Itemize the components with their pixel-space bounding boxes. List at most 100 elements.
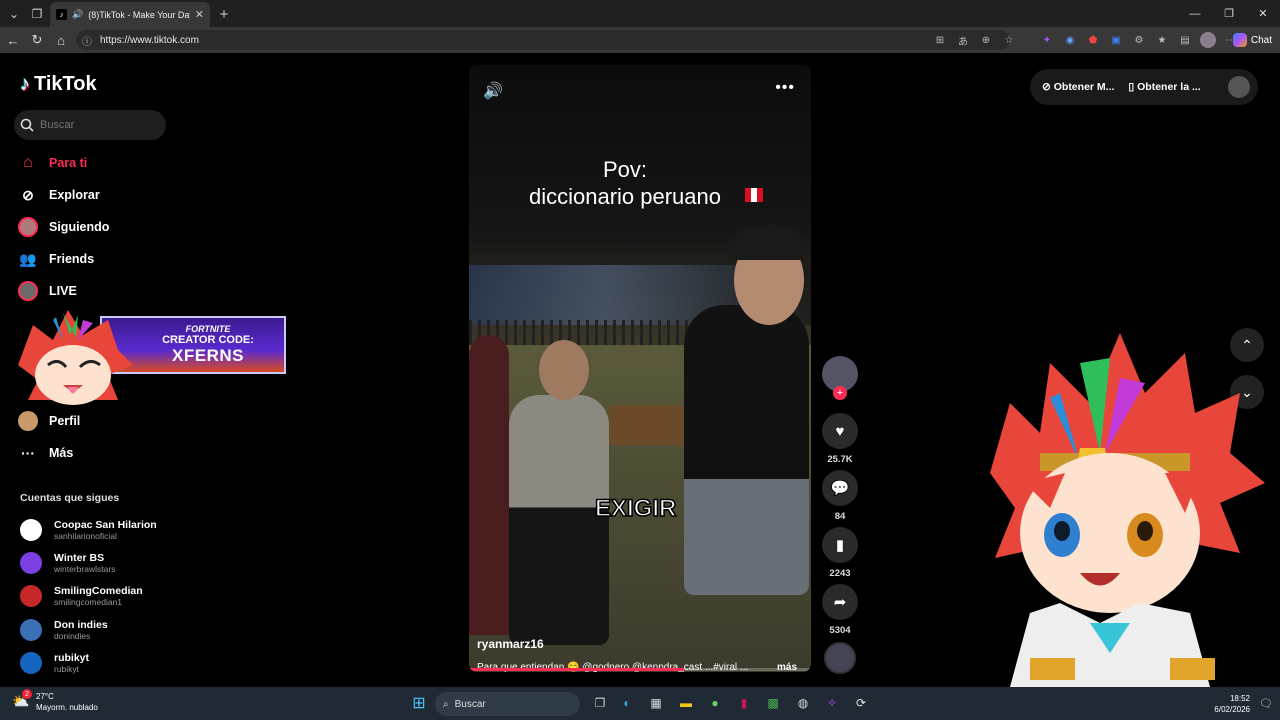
user-avatar[interactable] (1228, 76, 1250, 98)
clock[interactable]: 18:52 6/02/2026 (1214, 693, 1250, 715)
profile-avatar-icon[interactable] (1200, 32, 1216, 48)
app-chat-icon[interactable]: ◍ (793, 693, 813, 713)
workspaces-icon[interactable]: ❐ (27, 4, 47, 24)
search-input[interactable] (40, 119, 160, 131)
like-heart-icon[interactable]: ♥ (822, 413, 858, 449)
video-player[interactable]: 🔊 ••• Pov: diccionario peruano EXIGIR ry… (469, 65, 811, 672)
mascot-avatar-large (990, 333, 1265, 687)
followed-account[interactable]: SmilingComedian smilingcomedian1 (20, 582, 180, 610)
get-coins-button[interactable]: ⊘ Obtener M... (1042, 81, 1114, 93)
store-icon[interactable]: ▦ (646, 693, 666, 713)
url-text[interactable]: https://www.tiktok.com (100, 35, 199, 46)
tiktok-note-icon: ♪ (20, 73, 30, 95)
task-view-icon[interactable]: ❐ (590, 693, 610, 713)
followed-account[interactable]: Coopac San Hilarion sanhilarionoficial (20, 516, 180, 544)
friends-icon: 👥 (19, 250, 37, 267)
nav-label: Más (49, 446, 74, 460)
close-window-icon[interactable]: ✕ (1246, 0, 1280, 27)
nav-siguiendo[interactable]: Siguiendo (18, 213, 168, 241)
banner-brand: FORTNITE (185, 324, 231, 334)
clock-date: 6/02/2026 (1214, 705, 1250, 714)
tiktok-page: ♪ TikTok ⌂ Para ti ⊘ Explorar Siguiendo … (0, 53, 1280, 687)
nav-friends[interactable]: 👥 Friends (18, 245, 168, 273)
weather-widget[interactable]: ⛅ 2 27°C Mayorm. nublado (12, 689, 98, 713)
restore-icon[interactable]: ❐ (1212, 0, 1246, 27)
video-caption-word: EXIGIR (594, 494, 677, 523)
video-progress-bar[interactable] (469, 668, 811, 671)
minecraft-icon[interactable]: ▩ (763, 693, 783, 713)
copilot-chat-button[interactable]: Chat (1232, 31, 1272, 49)
nav-para-ti[interactable]: ⌂ Para ti (18, 149, 168, 177)
copilot-icon (1232, 33, 1247, 47)
nav-label: Siguiendo (49, 220, 110, 234)
video-more-icon[interactable]: ••• (775, 79, 795, 97)
tab-list-icon[interactable]: ⌄ (4, 4, 24, 24)
window-controls: — ❐ ✕ (1178, 0, 1280, 27)
save-count: 2243 (829, 568, 851, 579)
search-box[interactable] (14, 110, 166, 140)
close-tab-icon[interactable]: ✕ (195, 8, 204, 21)
taskbar-search-label: Buscar (454, 698, 486, 710)
taskbar-search[interactable]: ⌕ Buscar (435, 692, 580, 716)
file-explorer-icon[interactable]: ▬ (676, 693, 696, 713)
app-green-icon[interactable]: ● (705, 693, 725, 713)
browser-tab[interactable]: ♪ 🔊 (8)TikTok - Make Your Day ✕ (50, 2, 210, 27)
back-icon[interactable]: ← (4, 31, 22, 49)
follow-plus-icon[interactable]: + (833, 386, 847, 400)
following-header: Cuentas que sigues (20, 492, 120, 504)
extension-blue-icon[interactable]: ◉ (1062, 32, 1078, 48)
video-overlay-title: Pov: (602, 157, 648, 182)
live-avatar (18, 281, 38, 301)
followed-account[interactable]: Don indies donindies (20, 616, 180, 644)
nav-mas[interactable]: ··· Más (18, 439, 168, 467)
followed-account[interactable]: rubikyt rubikyt (20, 649, 180, 677)
share-icon[interactable]: ➦ (822, 584, 858, 620)
collections-icon[interactable]: ▤ (1177, 32, 1193, 48)
copilot-app-icon[interactable]: ✧ (822, 693, 842, 713)
nav-label: Para ti (49, 156, 88, 170)
app-red-icon[interactable]: ▮ (734, 693, 754, 713)
nav-label: LIVE (49, 284, 77, 298)
favorite-star-icon[interactable]: ☆ (1001, 32, 1017, 48)
followed-account[interactable]: Winter BS winterbrawlstars (20, 549, 180, 577)
weather-desc: Mayorm. nublado (36, 703, 98, 712)
video-username[interactable]: ryanmarz16 (477, 637, 544, 651)
notifications-icon[interactable]: 🗨 (1256, 693, 1276, 713)
nav-label: Perfil (49, 414, 81, 428)
extensions-icon[interactable]: ⚙ (1131, 32, 1147, 48)
nav-explorar[interactable]: ⊘ Explorar (18, 181, 168, 209)
extension-purple-icon[interactable]: ✦ (1039, 32, 1055, 48)
app-available-icon[interactable]: ⊞ (932, 32, 948, 48)
account-name: SmilingComedian (54, 584, 143, 597)
compass-icon: ⊘ (22, 186, 34, 203)
get-app-label: Obtener la ... (1137, 81, 1201, 93)
zoom-icon[interactable]: ⊕ (978, 32, 994, 48)
edge-icon[interactable]: ◐ (617, 693, 637, 713)
nav-live[interactable]: LIVE (18, 277, 168, 305)
refresh-icon[interactable]: ↻ (28, 31, 46, 49)
account-handle: donindies (54, 630, 91, 641)
get-app-button[interactable]: ▯ Obtener la ... (1128, 81, 1200, 93)
volume-icon[interactable]: 🔊 (483, 81, 503, 101)
app-settings-icon[interactable]: ⟳ (851, 693, 871, 713)
video-overlay-subtitle: diccionario peruano (528, 184, 722, 209)
search-icon: ⌕ (443, 698, 449, 710)
extension-red-icon[interactable]: ⬟ (1085, 32, 1101, 48)
home-icon[interactable]: ⌂ (52, 31, 70, 49)
site-info-icon[interactable]: ⓘ (82, 33, 92, 48)
account-name: Winter BS (54, 551, 105, 564)
new-tab-icon[interactable]: + (214, 4, 234, 24)
sound-disc-icon[interactable] (824, 642, 856, 674)
url-field[interactable]: ⓘ https://www.tiktok.com (76, 30, 1010, 50)
minimize-icon[interactable]: — (1178, 0, 1212, 27)
nav-label: Friends (49, 252, 95, 266)
account-name: rubikyt (54, 651, 90, 664)
extension-translate-icon[interactable]: ▣ (1108, 32, 1124, 48)
comment-icon[interactable]: 💬 (822, 470, 858, 506)
tiktok-logo[interactable]: ♪ TikTok (20, 73, 97, 96)
windows-start-icon[interactable]: ⊞ (409, 693, 429, 713)
nav-label: Explorar (49, 188, 100, 202)
favorites-icon[interactable]: ★ (1154, 32, 1170, 48)
bookmark-icon[interactable]: ▮ (822, 527, 858, 563)
translate-icon[interactable]: あ (955, 32, 971, 48)
